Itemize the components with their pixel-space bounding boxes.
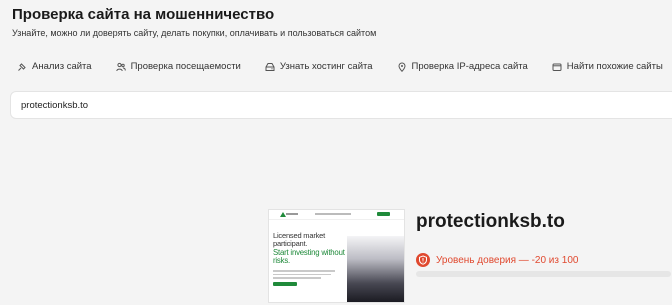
- site-preview-thumbnail: Licensed market participant. Start inves…: [268, 209, 405, 303]
- preview-cta-button: [273, 282, 297, 286]
- result-site-name: protectionksb.to: [416, 211, 565, 232]
- nav-item-ip-check[interactable]: Проверка IP-адреса сайта: [397, 61, 528, 72]
- nav-item-similar-sites[interactable]: Найти похожие сайты: [552, 61, 663, 72]
- page-subtitle: Узнайте, можно ли доверять сайту, делать…: [12, 28, 377, 38]
- site-search-input[interactable]: [10, 91, 672, 119]
- browser-window-icon: [552, 62, 562, 72]
- nav-label: Проверка IP-адреса сайта: [411, 61, 528, 72]
- preview-header: [269, 210, 404, 220]
- nav-item-traffic-check[interactable]: Проверка посещаемости: [115, 61, 241, 72]
- shield-warning-icon: [416, 253, 430, 267]
- server-icon: [265, 62, 275, 72]
- nav-item-hosting[interactable]: Узнать хостинг сайта: [265, 61, 373, 72]
- trust-progress-bar: [416, 271, 671, 277]
- nav-item-site-analysis[interactable]: Анализ сайта: [17, 61, 92, 72]
- trust-level: Уровень доверия — -20 из 100: [416, 253, 578, 267]
- preview-body-lines: [273, 270, 335, 281]
- analysis-icon: [17, 62, 27, 72]
- nav-label: Анализ сайта: [32, 61, 92, 72]
- page-title: Проверка сайта на мошенничество: [12, 6, 275, 23]
- preview-tagline: Start investing without risks.: [273, 248, 345, 265]
- people-icon: [115, 62, 126, 72]
- location-pin-icon: [397, 62, 407, 72]
- tool-nav: Анализ сайта Проверка посещаемости Узнат…: [17, 61, 663, 72]
- nav-label: Найти похожие сайты: [566, 61, 663, 72]
- preview-headline: Licensed market participant.: [273, 231, 326, 248]
- nav-label: Проверка посещаемости: [130, 61, 241, 72]
- nav-label: Узнать хостинг сайта: [279, 61, 373, 72]
- preview-hero-image: [347, 236, 404, 302]
- trust-level-label: Уровень доверия — -20 из 100: [436, 254, 579, 266]
